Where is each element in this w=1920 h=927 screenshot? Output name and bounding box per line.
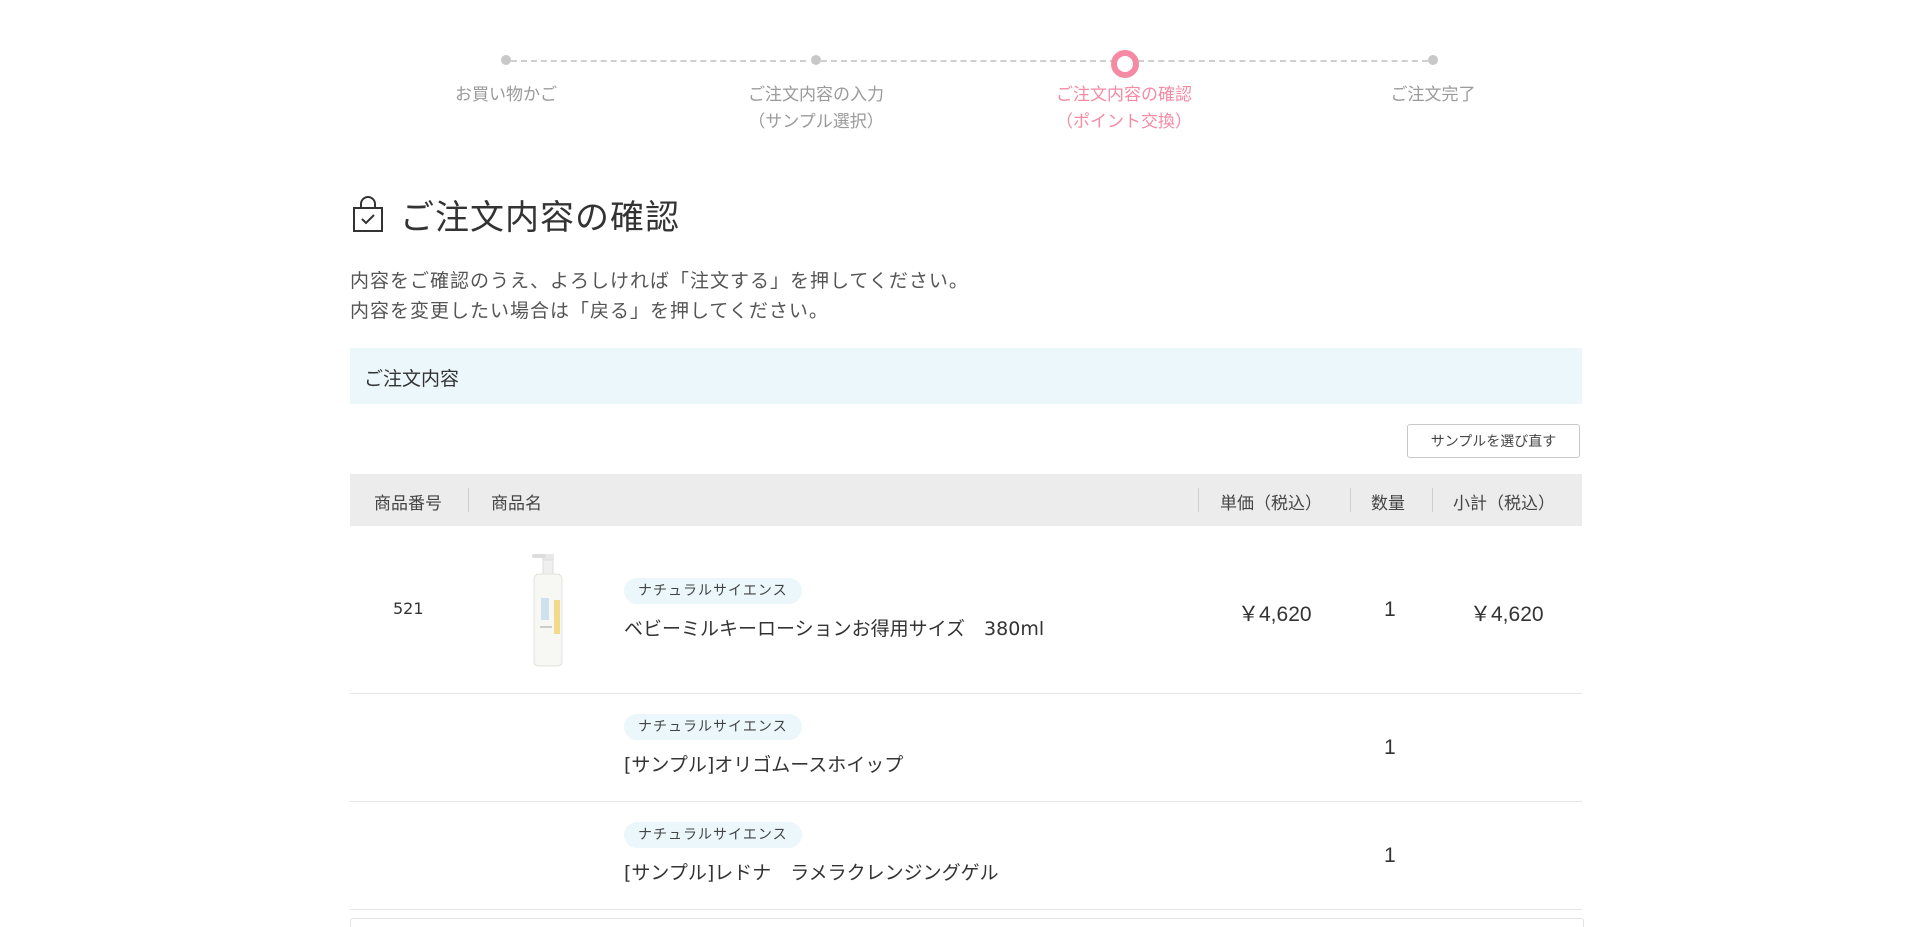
header-subtotal: 小計（税込）: [1453, 494, 1555, 514]
order-section-header: ご注文内容: [350, 348, 1582, 404]
step-label-complete: ご注文完了: [1390, 85, 1476, 105]
description-line: 内容を変更したい場合は「戻る」を押してください。: [350, 300, 829, 322]
step-dot-complete: [1428, 55, 1438, 65]
table-row: 521 ナチュラルサイエンス ベビーミルキーローションお得用サイズ 380ml …: [350, 526, 1582, 694]
step-dot-input: [811, 55, 821, 65]
brand-tag: ナチュラルサイエンス: [624, 822, 802, 848]
product-name[interactable]: [サンプル]レドナ ラメラクレンジングゲル: [624, 858, 999, 885]
header-qty: 数量: [1371, 494, 1405, 514]
header-divider: [1198, 488, 1199, 512]
step-connector: [511, 60, 806, 62]
product-name[interactable]: [サンプル]オリゴムースホイップ: [624, 750, 903, 777]
description-line: 内容をご確認のうえ、よろしければ「注文する」を押してください。: [350, 270, 969, 292]
product-image[interactable]: [520, 554, 572, 668]
step-label-cart: お買い物かご: [455, 85, 557, 105]
brand-tag: ナチュラルサイエンス: [624, 578, 802, 604]
quantity: 1: [1384, 736, 1396, 759]
header-divider: [468, 488, 469, 512]
step-dot-cart: [501, 55, 511, 65]
header-item-no: 商品番号: [374, 494, 442, 514]
order-progress-stepper: お買い物かご ご注文内容の入力 （サンプル選択） ご注文内容の確認 （ポイント交換）…: [0, 48, 1920, 148]
product-name[interactable]: ベビーミルキーローションお得用サイズ 380ml: [624, 614, 1044, 641]
step-label-confirm: ご注文内容の確認 （ポイント交換）: [1056, 85, 1192, 132]
shopping-bag-check-icon: [353, 195, 383, 232]
order-section-title: ご注文内容: [364, 368, 460, 390]
header-divider: [1432, 488, 1433, 512]
step-label-input: ご注文内容の入力 （サンプル選択）: [748, 85, 884, 132]
subtotal: ￥4,620: [1470, 603, 1544, 626]
page-description: 内容をご確認のうえ、よろしければ「注文する」を押してください。 内容を変更したい…: [350, 266, 969, 326]
step-connector: [821, 60, 1116, 62]
step-connector: [1138, 60, 1428, 62]
header-divider: [1350, 488, 1351, 512]
item-number: 521: [393, 599, 424, 618]
table-row: ナチュラルサイエンス [サンプル]レドナ ラメラクレンジングゲル 1: [350, 802, 1582, 910]
brand-tag: ナチュラルサイエンス: [624, 714, 802, 740]
step-dot-confirm: [1111, 50, 1139, 78]
table-row: ナチュラルサイエンス [サンプル]オリゴムースホイップ 1: [350, 694, 1582, 802]
quantity: 1: [1384, 598, 1396, 621]
page-title: ご注文内容の確認: [350, 190, 680, 239]
next-section-box: [350, 918, 1584, 927]
order-table-header: 商品番号 商品名 単価（税込） 数量 小計（税込）: [350, 474, 1582, 526]
header-unit-price: 単価（税込）: [1220, 494, 1322, 514]
page-title-text: ご注文内容の確認: [400, 198, 680, 238]
quantity: 1: [1384, 844, 1396, 867]
header-item-name: 商品名: [491, 494, 542, 514]
reselect-samples-button[interactable]: サンプルを選び直す: [1407, 424, 1580, 458]
unit-price: ￥4,620: [1238, 603, 1312, 626]
